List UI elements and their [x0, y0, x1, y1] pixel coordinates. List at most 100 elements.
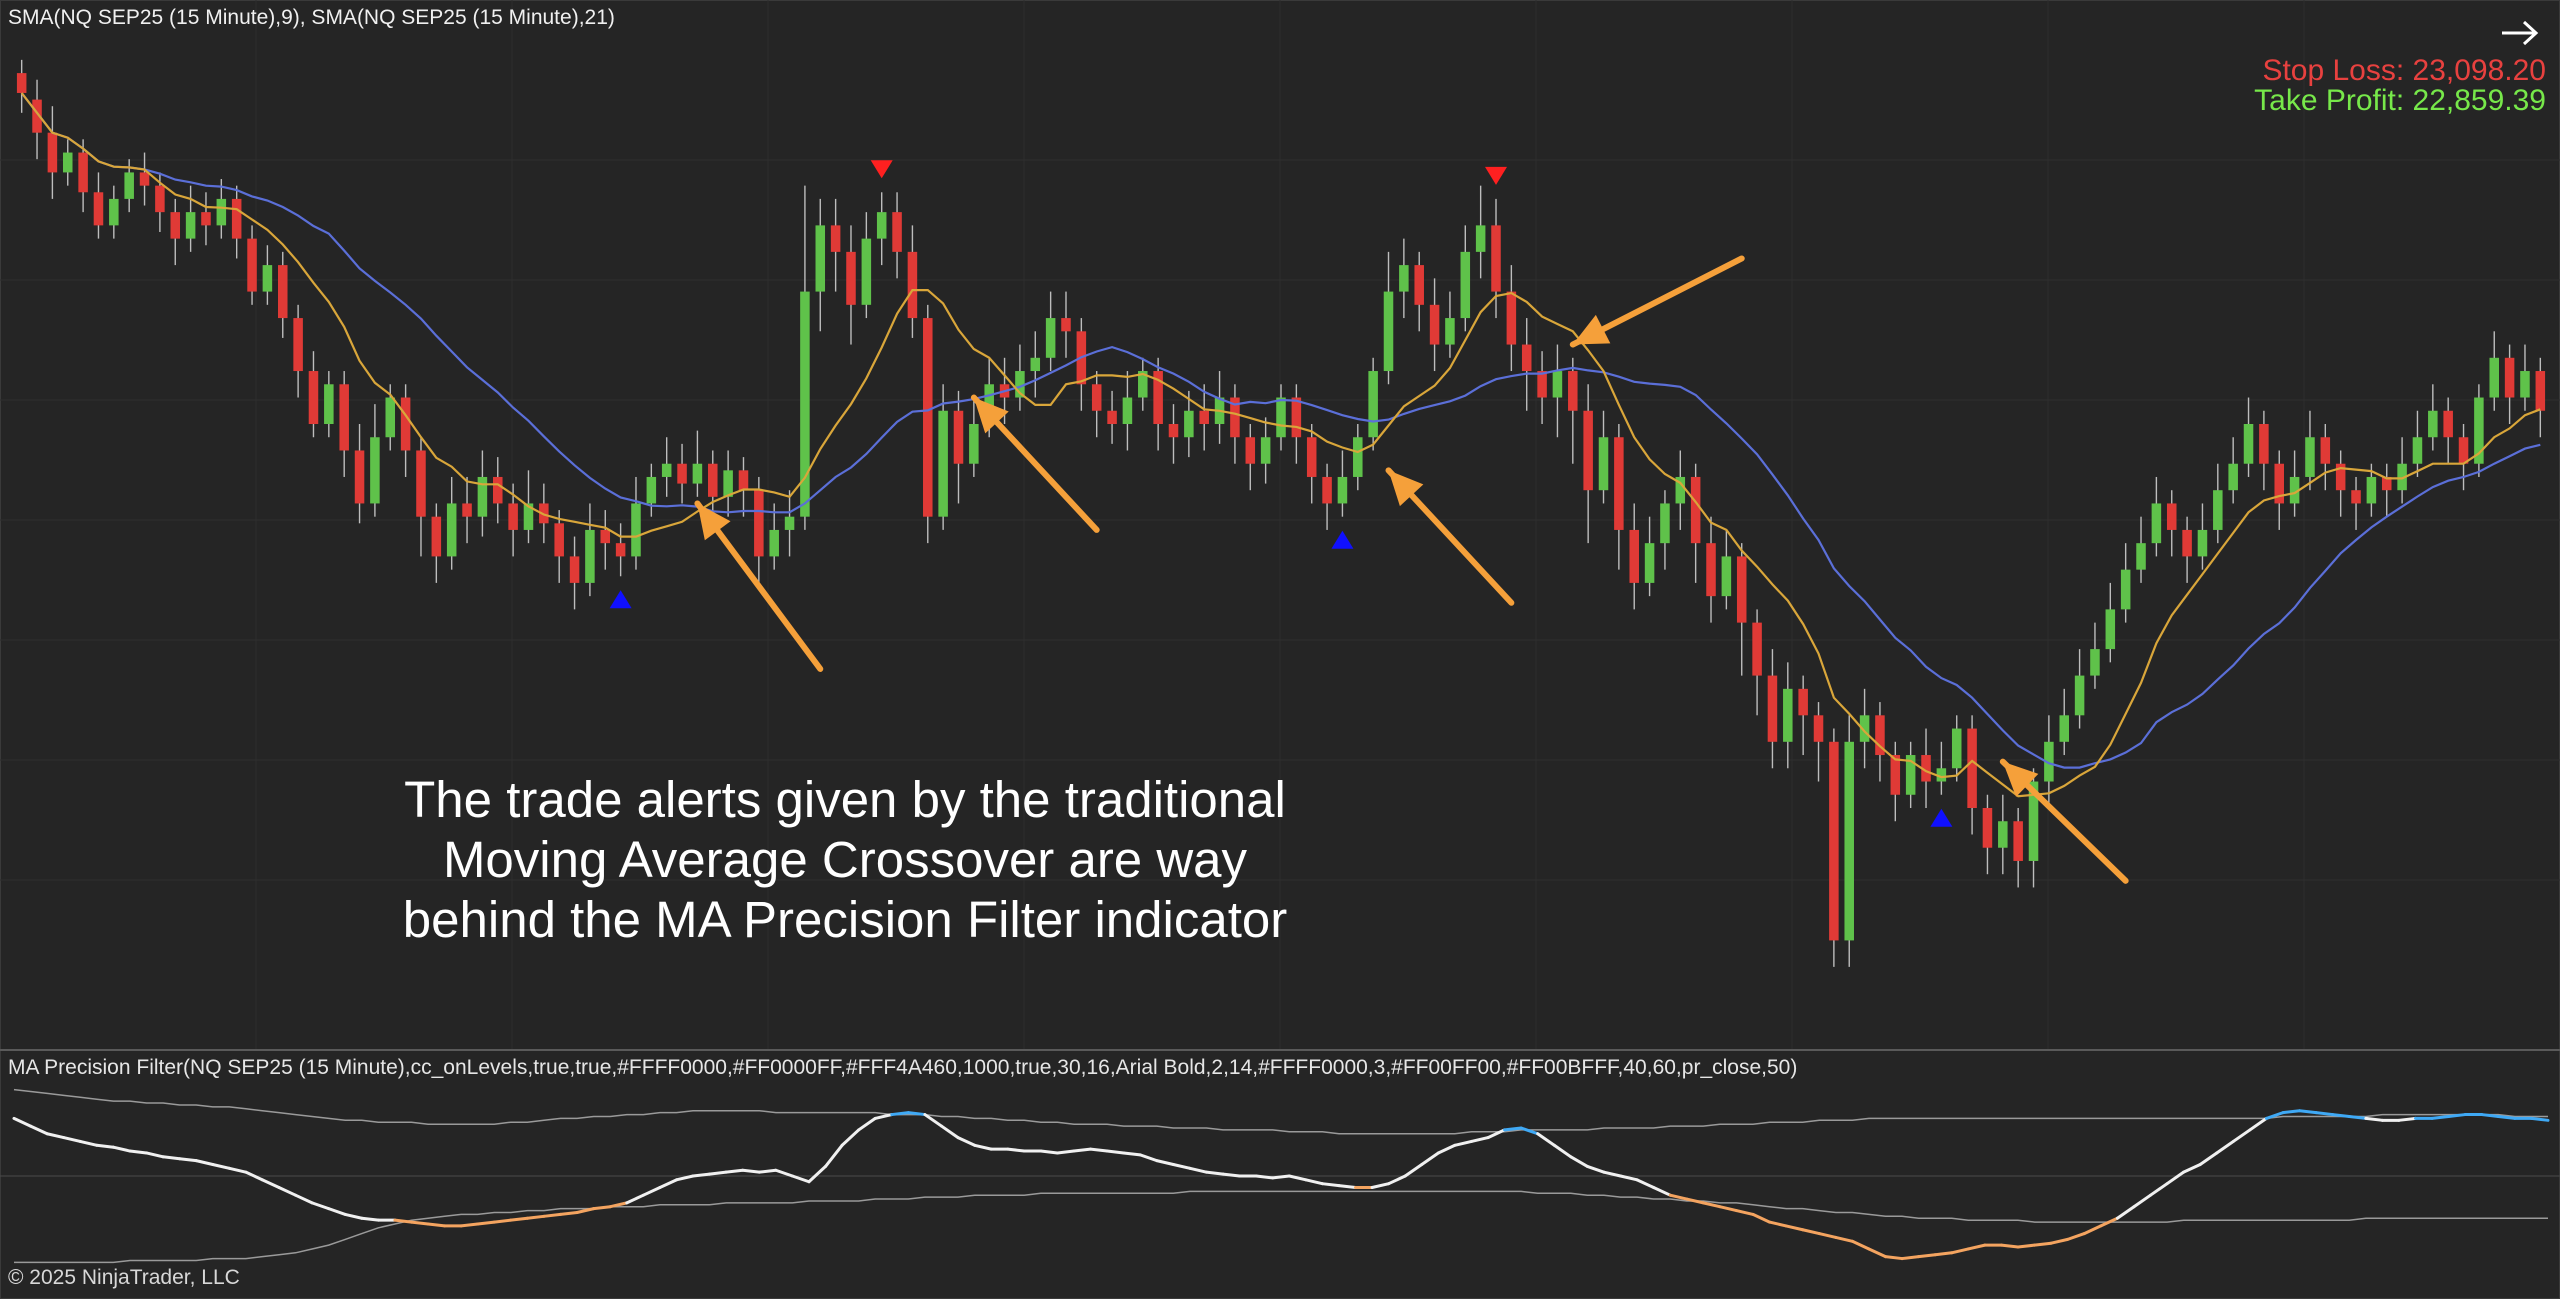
oscillator-segment [857, 1116, 877, 1132]
bull-candle [784, 516, 795, 530]
oscillator-segment [774, 1168, 794, 1178]
bear-candle [2013, 821, 2023, 861]
oscillator-segment [45, 1132, 66, 1140]
bull-candle [2090, 649, 2100, 676]
oscillator-segment [2066, 1232, 2086, 1241]
oscillator-segment [2298, 1109, 2318, 1115]
arrow-head-icon [697, 503, 731, 541]
bull-candle [185, 212, 196, 239]
bull-candle [692, 463, 703, 484]
bull-candle [2520, 371, 2530, 398]
bull-candle [1399, 265, 1409, 292]
oscillator-segment [211, 1162, 231, 1170]
oscillator-segment [1668, 1193, 1689, 1201]
trade-markers [609, 160, 1953, 827]
oscillator-segment [1536, 1132, 1556, 1147]
oscillator-segment [1900, 1255, 1921, 1261]
bear-candle [16, 73, 27, 93]
oscillator-segment [360, 1216, 380, 1222]
bull-candle [1475, 225, 1486, 252]
oscillator-segment [29, 1124, 49, 1136]
oscillator-segment [641, 1186, 662, 1197]
bear-candle [293, 318, 303, 372]
bear-candle [139, 172, 150, 186]
bear-candle [462, 503, 472, 517]
bear-candle [78, 152, 88, 193]
bear-candle [1798, 688, 1808, 716]
bull-candle [1721, 556, 1732, 597]
oscillator-segment [2016, 1243, 2037, 1249]
oscillator-segment [95, 1143, 115, 1149]
bull-candle [861, 238, 872, 305]
oscillator-segment [426, 1222, 447, 1228]
oscillator-segment [658, 1178, 678, 1190]
bear-candle [1091, 384, 1102, 411]
oscillator-segment [1966, 1243, 1987, 1251]
oscillator-segment [2198, 1151, 2219, 1166]
bear-candle [339, 384, 349, 451]
bear-candle [738, 470, 749, 491]
bear-candle [554, 523, 564, 557]
bull-candle [385, 397, 396, 438]
chart-canvas[interactable] [0, 0, 2560, 1299]
oscillator-segment [1619, 1174, 1639, 1182]
oscillator-segment [2132, 1193, 2153, 1209]
bull-candle [585, 529, 595, 583]
arrow-right-icon[interactable] [2498, 18, 2542, 48]
oscillator-segment [1635, 1178, 1656, 1190]
oscillator-segment [1453, 1139, 1473, 1147]
oscillator-segment [2248, 1116, 2268, 1132]
oscillator-segment [1287, 1174, 1308, 1182]
bear-candle [1168, 424, 1179, 438]
oscillator-segment [476, 1220, 496, 1226]
annotation-line: behind the MA Precision Filter indicator [402, 891, 1288, 948]
annotation-text: The trade alerts given by the traditiona… [360, 770, 1330, 950]
oscillator-segment [1685, 1197, 1705, 1205]
bear-candle [1061, 318, 1071, 332]
bear-candle [1767, 675, 1778, 742]
oscillator-segment [724, 1168, 745, 1174]
bull-candle [2213, 490, 2223, 530]
bull-candle [1383, 291, 1394, 372]
bull-candle [876, 212, 887, 239]
bull-candle [2105, 609, 2116, 650]
oscillator-segment [1950, 1247, 1970, 1255]
take-profit-label: Take Profit: 22,859.39 [2254, 84, 2546, 117]
oscillator-segment [2182, 1162, 2202, 1174]
bull-candle [1276, 397, 1286, 438]
bear-candle [493, 476, 503, 504]
oscillator-segment [144, 1151, 165, 1159]
bear-candle [431, 516, 442, 557]
bull-candle [109, 198, 119, 226]
oscillator-segment [111, 1145, 132, 1153]
bull-candle [2305, 437, 2315, 477]
bull-candle [2136, 543, 2146, 570]
price-indicator-label: SMA(NQ SEP25 (15 Minute),9), SMA(NQ SEP2… [8, 6, 615, 29]
bear-candle [1629, 529, 1639, 583]
buy-marker-icon [609, 590, 632, 609]
oscillator-segment [78, 1139, 99, 1147]
oscillator-segment [2115, 1205, 2136, 1220]
bear-candle [1568, 371, 1578, 411]
bear-candle [708, 463, 718, 497]
bear-candle [615, 543, 626, 557]
bear-candle [1813, 715, 1824, 742]
oscillator-segment [310, 1201, 331, 1211]
oscillator-segment [509, 1216, 529, 1222]
oscillator-segment [2364, 1116, 2384, 1122]
bear-candle [1736, 556, 1747, 623]
oscillator-segment [559, 1210, 579, 1216]
bull-candle [124, 172, 134, 199]
bull-candle [1783, 688, 1793, 742]
oscillator-segment [1569, 1155, 1589, 1168]
bull-candle [216, 198, 227, 226]
oscillator-segment [625, 1193, 645, 1205]
bear-candle [2259, 424, 2269, 464]
oscillator-segment [277, 1186, 298, 1197]
annotation-line: Moving Average Crossover are way [442, 831, 1248, 888]
oscillator-segment [1072, 1147, 1093, 1153]
bear-candle [1829, 741, 1839, 941]
bull-candle [2151, 503, 2162, 544]
oscillator-segment [2430, 1114, 2451, 1120]
bear-candle [231, 198, 242, 239]
